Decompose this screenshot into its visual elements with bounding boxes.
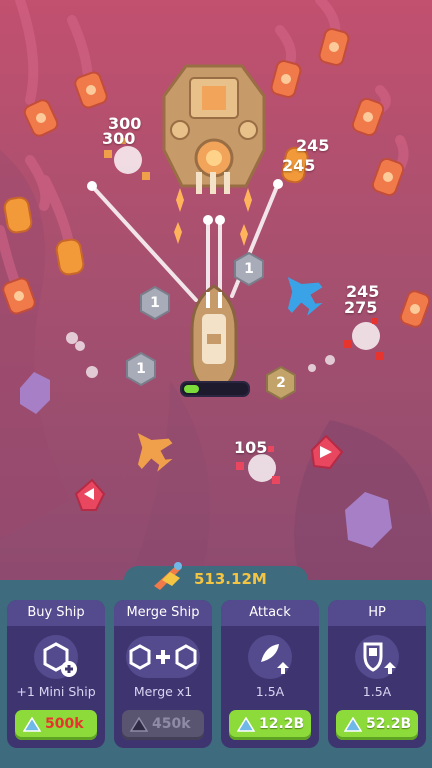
hp-upgrade-button[interactable]: 52.2B (336, 710, 418, 740)
mini-ship-level: 1 (244, 261, 254, 277)
buy-ship-card[interactable]: Buy Ship +1 Mini Ship 500k (7, 600, 105, 748)
player-hp-bar (180, 381, 250, 397)
mini-ship-level: 2 (276, 375, 286, 391)
coin-counter: 513.12M (124, 562, 308, 594)
card-subtitle: +1 Mini Ship (16, 684, 96, 699)
shield-upgrade-icon (328, 632, 426, 682)
attack-card[interactable]: Attack 1.5A 12.2B (221, 600, 319, 748)
merge-ship-price: 450k (152, 716, 191, 732)
merge-ship-card[interactable]: Merge Ship Merge x1 450k (114, 600, 212, 748)
gem-icon (344, 717, 362, 732)
gem-icon (130, 717, 148, 732)
mini-ship[interactable]: 1 (234, 252, 264, 286)
player-ship[interactable] (190, 284, 238, 394)
card-title: Merge Ship (114, 600, 212, 626)
coin-fighter-icon (154, 562, 182, 590)
merge-hexagons-icon (114, 632, 212, 682)
mini-ship-level: 1 (150, 295, 160, 311)
card-subtitle: 1.5A (255, 684, 285, 699)
damage-popup: 245 (282, 156, 316, 175)
card-title: Buy Ship (7, 600, 105, 626)
damage-popup: 245 (296, 136, 330, 155)
shop-panel: Buy Ship +1 Mini Ship 500k Merge Ship Me… (0, 580, 432, 768)
buy-ship-button[interactable]: 500k (15, 710, 97, 740)
explosion (344, 318, 384, 360)
damage-popup: 275 (344, 298, 378, 317)
damage-popup: 300 (102, 129, 136, 148)
hexagon-plus-icon (7, 632, 105, 682)
mini-ship[interactable]: 1 (140, 286, 170, 320)
player-hp-fill (184, 385, 199, 393)
card-title: HP (328, 600, 426, 626)
card-subtitle: Merge x1 (133, 684, 193, 699)
mini-ship-level: 1 (136, 361, 146, 377)
attack-upgrade-button[interactable]: 12.2B (229, 710, 311, 740)
merge-ship-button[interactable]: 450k (122, 710, 204, 740)
buy-ship-price: 500k (45, 716, 84, 732)
gem-icon (23, 717, 41, 732)
hp-card[interactable]: HP 1.5A 52.2B (328, 600, 426, 748)
mini-ship[interactable]: 1 (126, 352, 156, 386)
card-subtitle: 1.5A (362, 684, 392, 699)
coin-amount: 513.12M (194, 570, 267, 588)
damage-popup: 105 (234, 438, 268, 457)
bullet-upgrade-icon (221, 632, 319, 682)
game-playfield[interactable]: 1 1 1 2 300 300 245 245 245 275 105 (0, 0, 432, 580)
attack-price: 12.2B (259, 716, 305, 732)
hp-price: 52.2B (366, 716, 412, 732)
gem-icon (237, 717, 255, 732)
card-title: Attack (221, 600, 319, 626)
mini-ship[interactable]: 2 (266, 366, 296, 400)
